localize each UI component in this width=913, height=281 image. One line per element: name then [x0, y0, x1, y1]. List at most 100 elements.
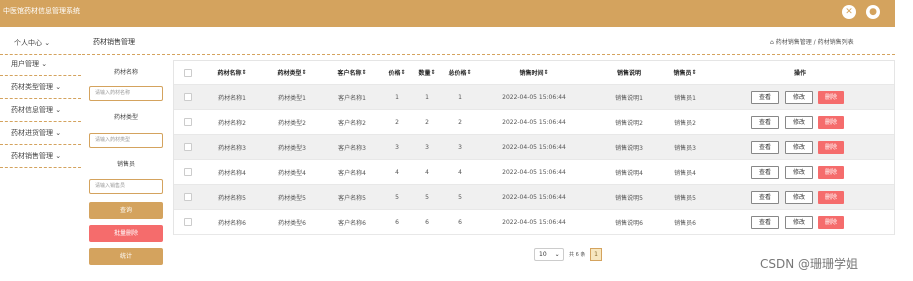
cell-herb-type: 药材类型3	[278, 144, 306, 152]
batch-delete-button[interactable]: 批量删除	[89, 225, 163, 242]
herb-type-input[interactable]: 请输入药材类型	[89, 133, 163, 148]
herb-name-input[interactable]: 请输入药材名称	[89, 86, 163, 101]
chevron-down-icon: ⌄	[55, 106, 62, 114]
sales-table: 药材名称 ⇕ 药材类型 ⇕ 客户名称 ⇕ 价格 ⇕ 数量 ⇕ 总价格 ⇕ 销售时间 ⇕ 销售说…	[173, 60, 895, 235]
cell-total: 1	[458, 93, 462, 101]
cell-customer: 客户名称5	[338, 194, 366, 202]
cell-herb-name: 药材名称5	[218, 194, 246, 202]
row-checkbox[interactable]	[184, 93, 192, 101]
column-header-sale-time[interactable]: 销售时间 ⇕	[479, 61, 589, 84]
table-row[interactable]: 药材名称3 药材类型3 客户名称3 3 3 3 2022-04-05 15:06:44 销售说…	[174, 135, 894, 160]
column-header-seller[interactable]: 销售员 ⇕	[661, 61, 709, 84]
edit-button[interactable]: 修改	[785, 166, 813, 179]
edit-button[interactable]: 修改	[785, 191, 813, 204]
cell-price: 3	[395, 143, 399, 151]
table-row[interactable]: 药材名称4 药材类型4 客户名称4 4 4 4 2022-04-05 15:06:44 销售说…	[174, 160, 894, 185]
sidebar-item-herb-info[interactable]: 药材信息管理 ⌄	[0, 102, 81, 122]
delete-button[interactable]: 删除	[818, 116, 844, 129]
cell-sale-note: 销售说明2	[615, 119, 643, 127]
cell-customer: 客户名称3	[338, 144, 366, 152]
cell-total: 3	[458, 143, 462, 151]
sidebar-item-label: 个人中心	[14, 39, 42, 47]
cell-herb-name: 药材名称6	[218, 219, 246, 227]
cell-price: 6	[395, 218, 399, 226]
cell-total: 5	[458, 193, 462, 201]
page-title: 药材销售管理	[93, 38, 135, 46]
cell-sale-time: 2022-04-05 15:06:44	[502, 193, 566, 201]
row-checkbox[interactable]	[184, 193, 192, 201]
table-row[interactable]: 药材名称2 药材类型2 客户名称2 2 2 2 2022-04-05 15:06:44 销售说…	[174, 110, 894, 135]
column-header-total[interactable]: 总价格 ⇕	[443, 61, 477, 84]
edit-button[interactable]: 修改	[785, 116, 813, 129]
sidebar-item-label: 药材销售管理	[11, 152, 53, 160]
delete-button[interactable]: 删除	[818, 191, 844, 204]
seller-label: 销售员	[116, 161, 135, 168]
cell-herb-name: 药材名称1	[218, 94, 246, 102]
cell-herb-type: 药材类型2	[278, 119, 306, 127]
cell-seller: 销售员5	[674, 194, 696, 202]
sidebar-item-herb-types[interactable]: 药材类型管理 ⌄	[0, 79, 81, 99]
column-header-actions: 操作	[793, 70, 806, 77]
query-button[interactable]: 查询	[89, 202, 163, 219]
column-header-herb-name[interactable]: 药材名称 ⇕	[204, 61, 260, 84]
chevron-down-icon: ⌄	[554, 251, 560, 258]
view-button[interactable]: 查看	[751, 191, 779, 204]
row-checkbox[interactable]	[184, 168, 192, 176]
table-row[interactable]: 药材名称1 药材类型1 客户名称1 1 1 1 2022-04-05 15:06:44 销售说…	[174, 85, 894, 110]
cell-sale-time: 2022-04-05 15:06:44	[502, 168, 566, 176]
row-checkbox[interactable]	[184, 118, 192, 126]
header-divider	[82, 54, 895, 55]
delete-button[interactable]: 删除	[818, 166, 844, 179]
table-row[interactable]: 药材名称5 药材类型5 客户名称5 5 5 5 2022-04-05 15:06:44 销售说…	[174, 185, 894, 210]
user-icon[interactable]: ●	[866, 5, 880, 19]
table-header-row: 药材名称 ⇕ 药材类型 ⇕ 客户名称 ⇕ 价格 ⇕ 数量 ⇕ 总价格 ⇕ 销售时间 ⇕ 销售说…	[174, 61, 894, 85]
row-checkbox[interactable]	[184, 143, 192, 151]
view-button[interactable]: 查看	[751, 166, 779, 179]
herb-type-label: 药材类型	[113, 114, 138, 121]
seller-input[interactable]: 请输入销售员	[89, 179, 163, 194]
column-header-price[interactable]: 价格 ⇕	[384, 61, 410, 84]
sidebar-item-label: 药材进货管理	[11, 129, 53, 137]
view-button[interactable]: 查看	[751, 116, 779, 129]
page-size-select[interactable]: 10 ⌄	[534, 248, 564, 261]
sidebar-item-label: 用户管理	[11, 60, 39, 68]
cell-total: 2	[458, 118, 462, 126]
chevron-down-icon: ⌄	[55, 152, 62, 160]
cell-total: 6	[458, 218, 462, 226]
sidebar-item-herb-purchase[interactable]: 药材进货管理 ⌄	[0, 125, 81, 145]
column-header-herb-type[interactable]: 药材类型 ⇕	[264, 61, 320, 84]
breadcrumb-text[interactable]: 药材销售管理 / 药材销售列表	[776, 39, 854, 46]
edit-button[interactable]: 修改	[785, 141, 813, 154]
close-icon[interactable]: ✕	[842, 5, 856, 19]
table-row[interactable]: 药材名称6 药材类型6 客户名称6 6 6 6 2022-04-05 15:06:44 销售说…	[174, 210, 894, 235]
cell-customer: 客户名称2	[338, 119, 366, 127]
sidebar-item-user-center[interactable]: 个人中心 ⌄	[14, 38, 50, 48]
cell-sale-time: 2022-04-05 15:06:44	[502, 93, 566, 101]
edit-button[interactable]: 修改	[785, 216, 813, 229]
cell-customer: 客户名称1	[338, 94, 366, 102]
view-button[interactable]: 查看	[751, 141, 779, 154]
chevron-down-icon: ⌄	[55, 129, 62, 137]
cell-sale-note: 销售说明5	[615, 194, 643, 202]
view-button[interactable]: 查看	[751, 91, 779, 104]
stats-button[interactable]: 统计	[89, 248, 163, 265]
delete-button[interactable]: 删除	[818, 91, 844, 104]
cell-sale-note: 销售说明4	[615, 169, 643, 177]
sidebar-item-herb-sales[interactable]: 药材销售管理 ⌄	[0, 148, 81, 168]
delete-button[interactable]: 删除	[818, 216, 844, 229]
cell-price: 5	[395, 193, 399, 201]
column-header-quantity[interactable]: 数量 ⇕	[412, 61, 442, 84]
pagination-page-1[interactable]: 1	[590, 248, 602, 261]
column-header-customer[interactable]: 客户名称 ⇕	[324, 61, 380, 84]
cell-quantity: 3	[425, 143, 429, 151]
breadcrumb: ⌂ 药材销售管理 / 药材销售列表	[770, 37, 854, 46]
chevron-down-icon: ⌄	[44, 39, 51, 47]
row-checkbox[interactable]	[184, 218, 192, 226]
select-all-checkbox[interactable]	[184, 69, 192, 77]
edit-button[interactable]: 修改	[785, 91, 813, 104]
sidebar-item-users[interactable]: 用户管理 ⌄	[0, 56, 81, 76]
view-button[interactable]: 查看	[751, 216, 779, 229]
delete-button[interactable]: 删除	[818, 141, 844, 154]
home-icon[interactable]: ⌂	[770, 39, 774, 46]
cell-herb-name: 药材名称3	[218, 144, 246, 152]
